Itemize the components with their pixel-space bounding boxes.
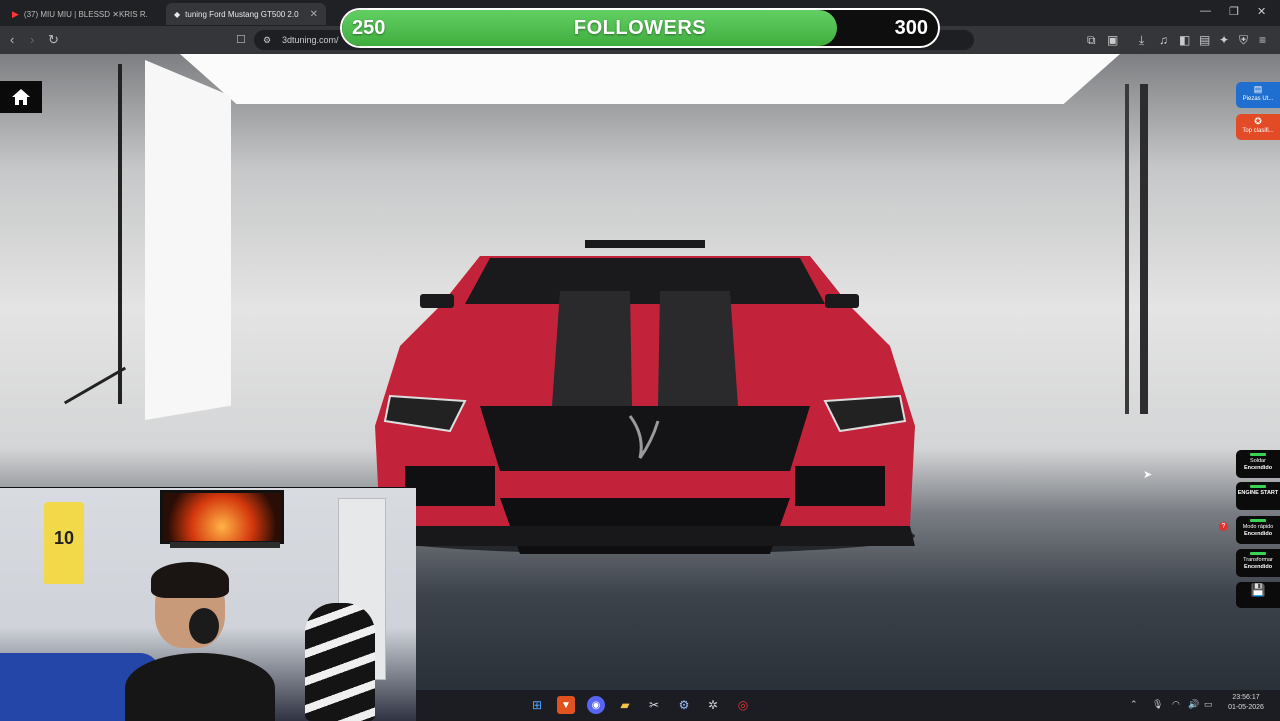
front-splitter (375, 526, 915, 546)
tab-youtube[interactable]: ▶ (37) MIU MIU | BLESSD ✕KRIS R. (4, 3, 164, 25)
tray-overflow-icon[interactable]: ⌃ (1130, 699, 1138, 710)
gaming-chair (305, 603, 375, 721)
wifi-icon[interactable]: ◠ (1172, 699, 1180, 710)
microphone-icon[interactable]: 🎙 (1152, 699, 1163, 710)
brave-icon[interactable]: ▼ (557, 696, 575, 714)
tab-3dtuning[interactable]: ◆ tuning Ford Mustang GT500 2.0 ✕ (166, 3, 326, 25)
reload-icon[interactable]: ↻ (48, 32, 59, 48)
vpn-icon[interactable]: ⛨ (1239, 33, 1248, 48)
url-text: 3dtuning.com/ (282, 35, 339, 45)
used-parts-button[interactable]: ▤ Piezas Ut... (1236, 82, 1280, 108)
status-indicator (1250, 519, 1266, 522)
youtube-icon: ▶ (12, 8, 19, 19)
wallet-icon[interactable]: ▤ (1199, 33, 1210, 47)
extensions-icon[interactable]: ⧉ (1087, 33, 1096, 48)
rear-spoiler (585, 240, 705, 248)
person (125, 562, 275, 721)
file-explorer-icon[interactable]: ▰ (616, 696, 634, 714)
home-icon (12, 89, 30, 105)
top-ranking-button[interactable]: ✪ Top clasifi... (1236, 114, 1280, 140)
hood-stripe-left (552, 291, 632, 406)
light-stand (118, 64, 122, 404)
steam-icon[interactable]: ⚙ (675, 696, 693, 714)
toggle-quick-mode[interactable]: Modo rápido Encendido (1236, 516, 1280, 544)
windshield (465, 258, 825, 304)
fog-vent-right (795, 466, 885, 506)
save-icon: 💾 (1250, 583, 1266, 597)
bookmark-icon[interactable]: ☐ (236, 32, 246, 48)
webcam-overlay: 10 (0, 487, 416, 721)
obs-icon[interactable]: ◎ (734, 696, 752, 714)
jersey: 10 (44, 502, 84, 584)
forward-icon[interactable]: › (30, 32, 34, 48)
windows-taskbar: ⊞ ▼ ◉ ▰ ✂ ⚙ ✲ ◎ (416, 690, 1280, 720)
battery-icon[interactable]: ▭ (1204, 699, 1213, 710)
help-icon[interactable]: ? (1219, 522, 1228, 531)
leo-icon[interactable]: ✦ (1219, 33, 1229, 47)
back-icon[interactable]: ‹ (10, 32, 14, 48)
upper-grille (480, 406, 810, 471)
screenshot-icon[interactable]: ▣ (1107, 33, 1118, 47)
close-window-icon[interactable]: ✕ (1257, 5, 1266, 18)
followers-goal-bar: 250 FOLLOWERS 300 (340, 8, 940, 48)
capcut-icon[interactable]: ✂ (645, 696, 663, 714)
car-model[interactable] (370, 236, 920, 556)
tv-fireplace (160, 490, 284, 544)
music-icon[interactable]: ♫ (1159, 33, 1168, 47)
clock-date: 01-05-2026 (1228, 704, 1264, 711)
followers-label: FOLLOWERS (573, 17, 707, 39)
tab-label: tuning Ford Mustang GT500 2.0 (185, 9, 299, 19)
status-indicator (1250, 552, 1266, 555)
clock-time: 23:56:17 (1232, 694, 1260, 701)
medal-icon: ✪ (1254, 116, 1262, 126)
maximize-icon[interactable]: ❐ (1229, 5, 1239, 18)
volume-icon[interactable]: 🔊 (1188, 699, 1199, 710)
menu-icon[interactable]: ≡ (1259, 33, 1266, 47)
site-icon: ◆ (174, 9, 181, 19)
toggle-weld[interactable]: Soldar Encendido (1236, 450, 1280, 478)
download-icon[interactable]: ⤓ (1139, 33, 1144, 48)
site-settings-icon[interactable]: ⚙ (263, 35, 271, 46)
light-stand-leg (63, 366, 127, 405)
hood-stripe-right (658, 291, 738, 406)
sidebar-icon[interactable]: ◧ (1179, 33, 1190, 47)
light-stand (1140, 84, 1148, 414)
headset-icon (189, 608, 219, 644)
toggle-engine-start[interactable]: ENGINE START (1236, 482, 1280, 510)
system-clock[interactable]: 23:56:17 01-05-2026 (1216, 693, 1276, 713)
status-indicator (1250, 485, 1266, 488)
home-button[interactable] (0, 81, 42, 113)
close-icon[interactable]: ✕ (310, 9, 318, 20)
document-icon: ▤ (1253, 84, 1263, 94)
toggle-transform[interactable]: Transformar Encendido (1236, 549, 1280, 577)
save-button[interactable]: 💾 (1236, 582, 1280, 608)
windows-start-icon[interactable]: ⊞ (528, 696, 546, 714)
followers-goal: 300 (894, 17, 928, 39)
tab-label: (37) MIU MIU | BLESSD ✕KRIS R. (23, 9, 148, 19)
softbox-light-left (145, 60, 231, 420)
mirror-right (825, 294, 859, 308)
status-indicator (1250, 453, 1266, 456)
settings-icon[interactable]: ✲ (704, 696, 722, 714)
backdrop-edge (1125, 84, 1129, 414)
fog-vent-left (405, 466, 495, 506)
softbox-light-top (180, 54, 1120, 104)
shelf (170, 542, 280, 548)
mirror-left (420, 294, 454, 308)
discord-icon[interactable]: ◉ (587, 696, 605, 714)
minimize-icon[interactable]: — (1200, 5, 1211, 17)
mouse-cursor-icon: ➤ (1143, 469, 1153, 481)
